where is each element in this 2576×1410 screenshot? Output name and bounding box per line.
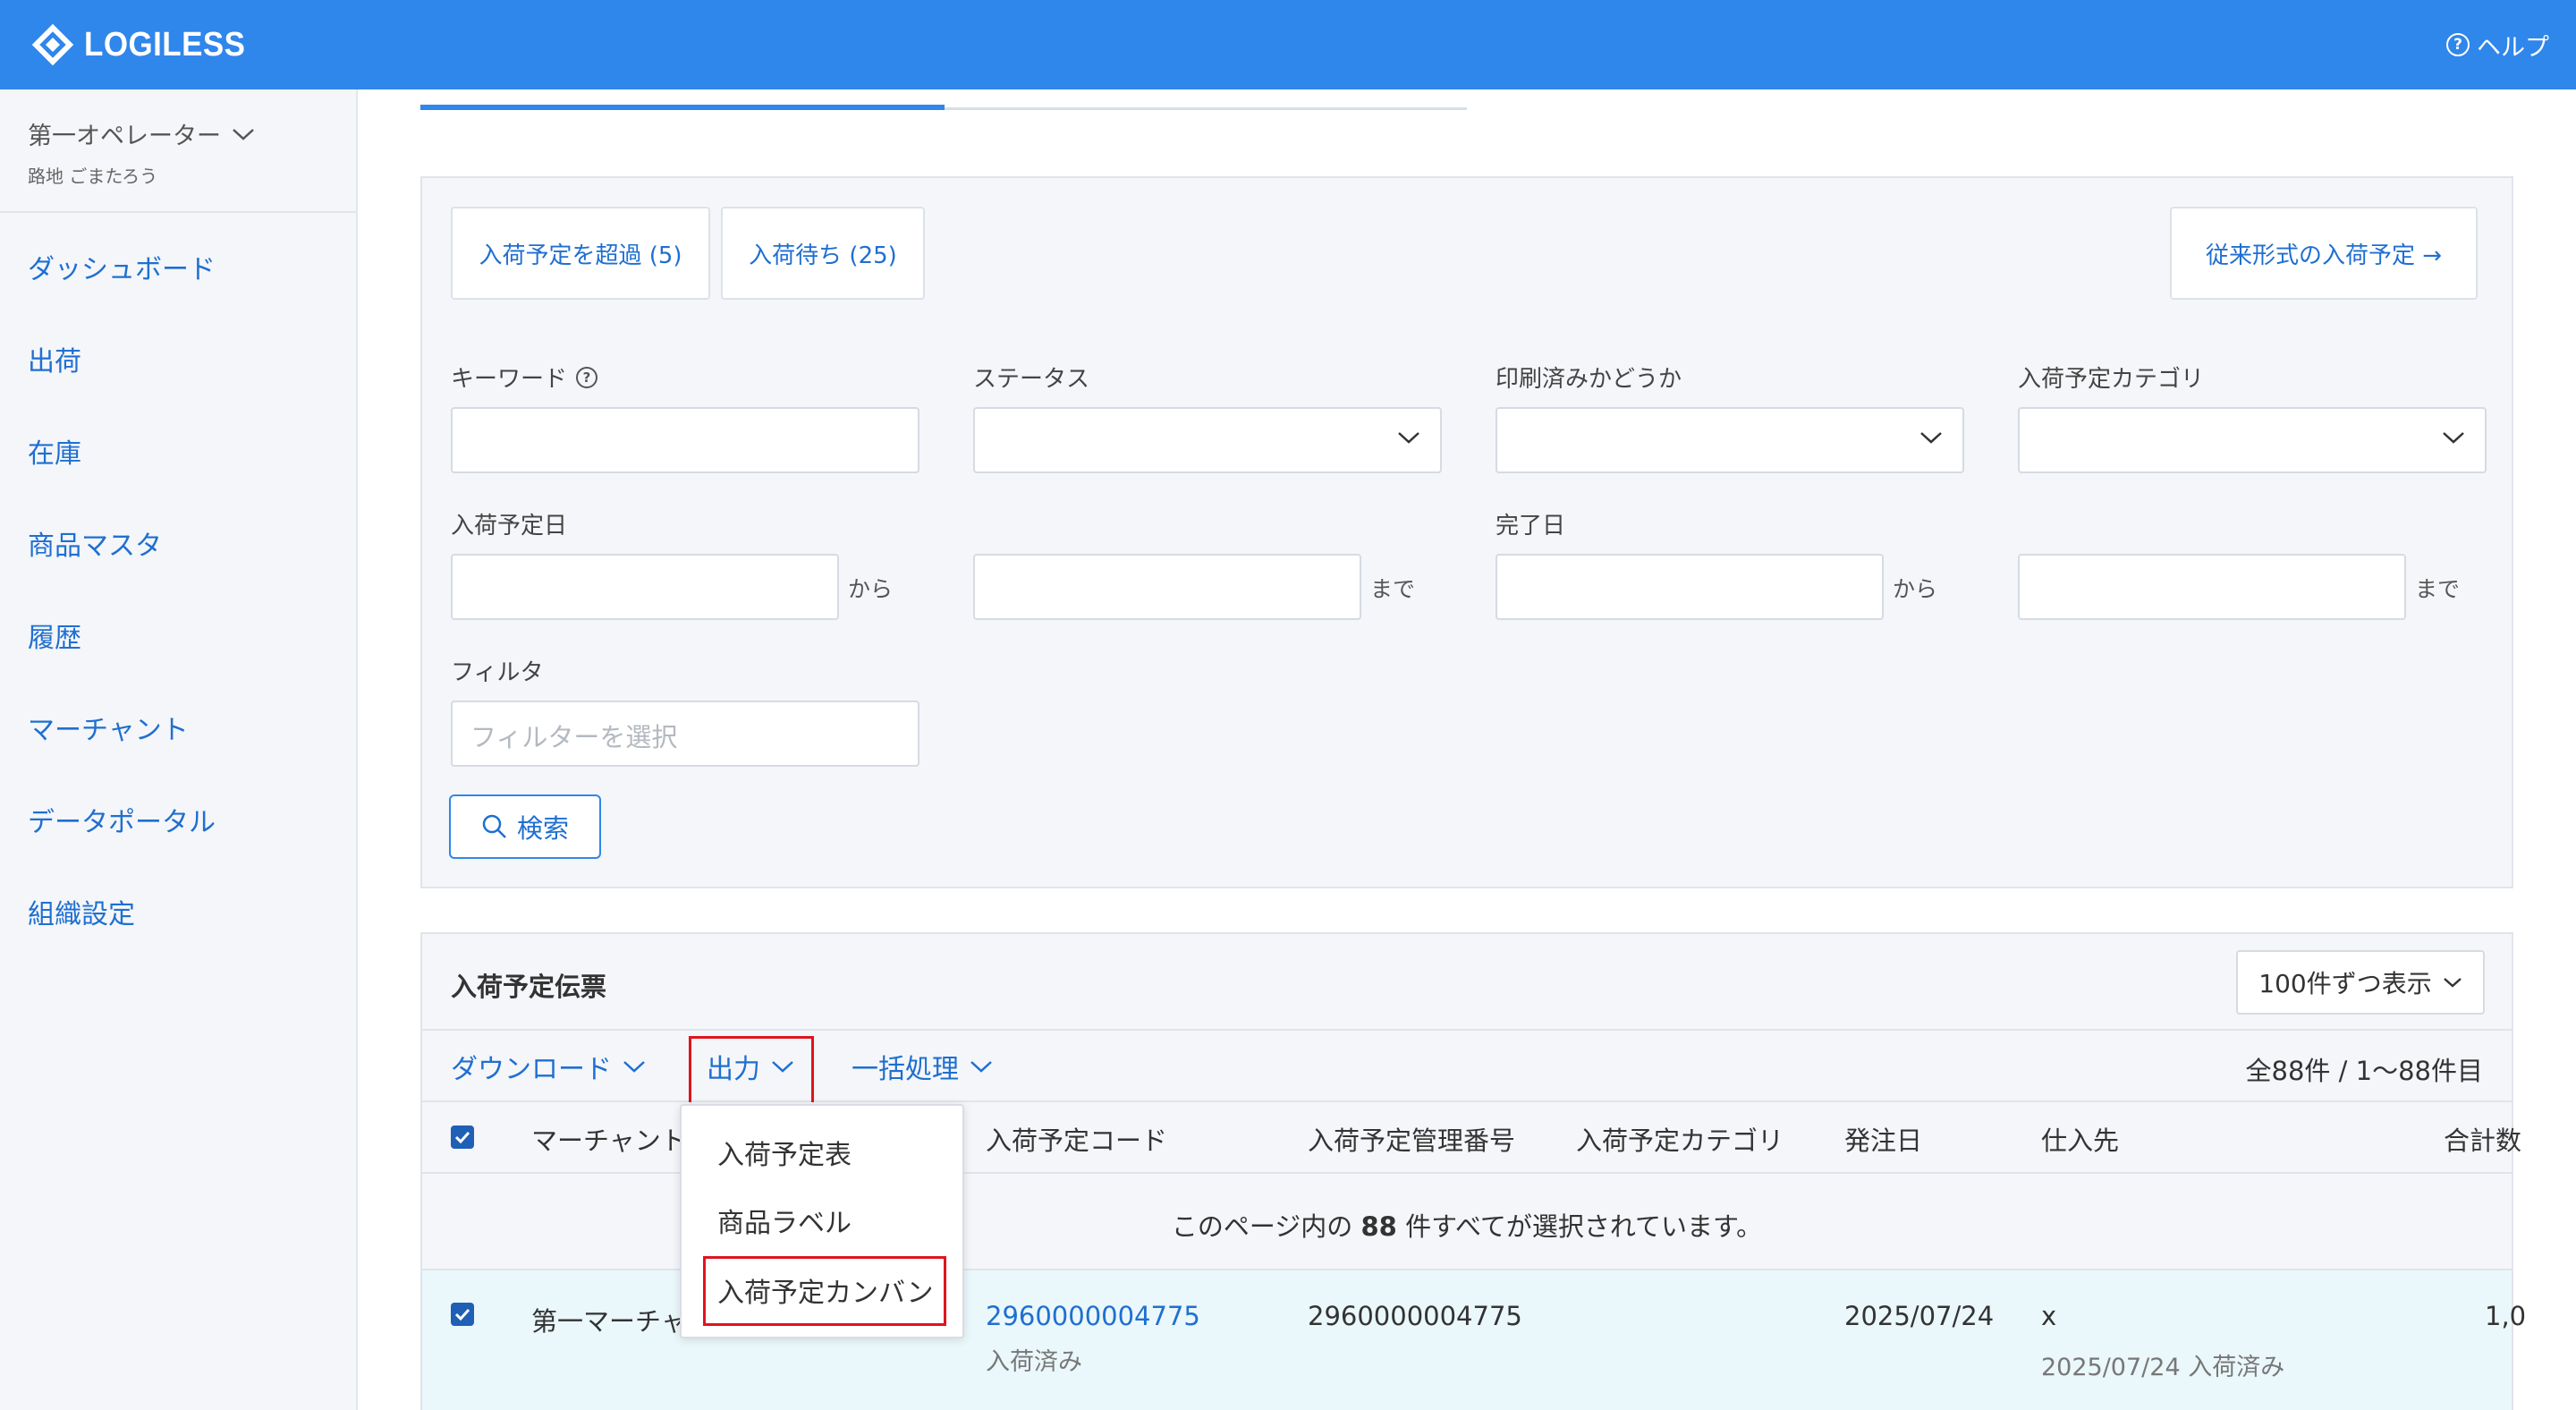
results-title: 入荷予定伝票 xyxy=(451,972,607,1002)
scheduled-date-to[interactable] xyxy=(973,554,1361,620)
logo[interactable]: LOGILESS xyxy=(30,22,259,67)
logo-mark-icon xyxy=(30,22,75,67)
search-button[interactable]: 検索 xyxy=(449,794,601,859)
legacy-format-link[interactable]: 従来形式の入荷予定 → xyxy=(2170,207,2478,300)
check-icon xyxy=(454,1131,470,1143)
menu-item-product-label[interactable]: 商品ラベル xyxy=(717,1201,852,1240)
cell-order-date: 2025/07/24 xyxy=(1844,1301,1995,1331)
printed-label: 印刷済みかどうか xyxy=(1496,366,1682,393)
status-label: ステータス xyxy=(973,366,1090,393)
column-code[interactable]: 入荷予定コード xyxy=(986,1120,1167,1158)
result-count: 全88件 / 1〜88件目 xyxy=(2245,1056,2483,1086)
chevron-down-icon xyxy=(2442,430,2465,448)
sidebar-item-inventory[interactable]: 在庫 xyxy=(0,408,356,500)
sidebar-item-history[interactable]: 履歴 xyxy=(0,592,356,684)
chevron-down-icon xyxy=(1397,430,1420,448)
output-menu-highlight xyxy=(689,1036,814,1106)
sidebar-item-merchant[interactable]: マーチャント xyxy=(0,684,356,777)
completed-date-label: 完了日 xyxy=(1496,513,1566,539)
per-page-select[interactable]: 100件ずつ表示 xyxy=(2236,950,2485,1015)
scheduled-date-label: 入荷予定日 xyxy=(451,513,568,539)
cell-supplier: x xyxy=(2041,1301,2057,1331)
logo-text: LOGILESS xyxy=(84,25,246,64)
output-dropdown-menu: 入荷予定表 商品ラベル 入荷予定カンバン xyxy=(680,1104,964,1338)
chevron-down-icon xyxy=(970,1061,992,1073)
help-link[interactable]: ? ヘルプ xyxy=(2446,28,2549,63)
bulk-action-label: 一括処理 xyxy=(852,1054,959,1085)
cell-code-link[interactable]: 2960000004775 xyxy=(986,1301,1200,1331)
keyword-input[interactable] xyxy=(451,407,919,473)
filter-panel: 入荷予定を超過 (5) 入荷待ち (25) 従来形式の入荷予定 → キーワード … xyxy=(420,176,2513,888)
sidebar: 第一オペレーター 路地 ごまたろう ダッシュボード 出荷 在庫 商品マスタ 履歴… xyxy=(0,89,358,1410)
search-icon xyxy=(482,814,506,838)
help-icon: ? xyxy=(2446,33,2470,56)
chevron-down-icon xyxy=(232,120,255,148)
column-merchant[interactable]: マーチャント xyxy=(531,1120,687,1158)
sidebar-item-data-portal[interactable]: データポータル xyxy=(0,777,356,869)
menu-item-kanban[interactable]: 入荷予定カンバン xyxy=(717,1270,934,1310)
category-label: 入荷予定カテゴリ xyxy=(2018,366,2205,393)
scheduled-date-from[interactable] xyxy=(451,554,839,620)
chevron-down-icon xyxy=(623,1061,645,1073)
to-label: まで xyxy=(1370,576,1416,602)
selection-msg-pre: このページ内の xyxy=(1171,1211,1353,1242)
help-label: ヘルプ xyxy=(2477,33,2549,62)
sidebar-item-shipping[interactable]: 出荷 xyxy=(0,316,356,408)
menu-item-schedule-sheet[interactable]: 入荷予定表 xyxy=(717,1133,852,1172)
quick-filter-overdue[interactable]: 入荷予定を超過 (5) xyxy=(451,207,710,300)
filter-label: フィルタ xyxy=(451,659,544,686)
row-checkbox[interactable] xyxy=(451,1303,474,1326)
chevron-down-icon xyxy=(2443,978,2462,988)
status-select[interactable] xyxy=(973,407,1442,473)
keyword-label: キーワード xyxy=(451,366,568,393)
category-select[interactable] xyxy=(2018,407,2487,473)
results-toolbar: ダウンロード 出力 一括処理 全88件 / 1〜88件目 xyxy=(422,1031,2512,1106)
completed-date-to[interactable] xyxy=(2018,554,2406,620)
per-page-label: 100件ずつ表示 xyxy=(2258,969,2432,998)
quick-filter-waiting[interactable]: 入荷待ち (25) xyxy=(721,207,925,300)
to-label: まで xyxy=(2415,576,2461,602)
filter-select[interactable]: フィルターを選択 xyxy=(451,701,919,767)
filter-placeholder: フィルターを選択 xyxy=(470,722,678,752)
user-sub: 路地 ごまたろう xyxy=(28,166,158,187)
from-label: から xyxy=(1893,576,1938,602)
selection-count: 88 xyxy=(1360,1211,1397,1242)
search-label: 検索 xyxy=(516,813,569,844)
tab-active-indicator[interactable] xyxy=(420,105,945,110)
cell-mgmt-no: 2960000004775 xyxy=(1308,1301,1522,1331)
cell-status: 入荷済み xyxy=(986,1348,1082,1376)
bulk-action-menu[interactable]: 一括処理 xyxy=(852,1047,993,1086)
column-category[interactable]: 入荷予定カテゴリ xyxy=(1576,1120,1784,1158)
help-circle-icon[interactable]: ? xyxy=(576,366,598,388)
column-supplier[interactable]: 仕入先 xyxy=(2041,1120,2119,1158)
cell-supplier-sub: 2025/07/24 入荷済み xyxy=(2041,1354,2285,1381)
cell-total: 1,0 xyxy=(2485,1301,2527,1331)
column-mgmt-no[interactable]: 入荷予定管理番号 xyxy=(1308,1120,1515,1158)
printed-select[interactable] xyxy=(1496,407,1964,473)
user-name: 第一オペレーター xyxy=(28,123,221,150)
column-order-date[interactable]: 発注日 xyxy=(1844,1120,1922,1158)
sidebar-item-dashboard[interactable]: ダッシュボード xyxy=(0,224,356,316)
download-menu[interactable]: ダウンロード xyxy=(451,1047,646,1086)
column-total[interactable]: 合計数 xyxy=(2444,1120,2521,1158)
chevron-down-icon xyxy=(1919,430,1943,448)
app-header: LOGILESS ? ヘルプ xyxy=(0,0,2576,89)
user-menu[interactable]: 第一オペレーター 路地 ごまたろう xyxy=(0,89,356,213)
check-icon xyxy=(454,1308,470,1321)
selection-msg-post: 件すべてが選択されています。 xyxy=(1405,1211,1763,1242)
sidebar-nav: ダッシュボード 出荷 在庫 商品マスタ 履歴 マーチャント データポータル 組織… xyxy=(0,213,356,961)
select-all-checkbox[interactable] xyxy=(451,1125,474,1149)
download-label: ダウンロード xyxy=(451,1054,612,1085)
from-label: から xyxy=(848,576,894,602)
cell-merchant: 第一マーチャ xyxy=(531,1306,687,1337)
sidebar-item-org-settings[interactable]: 組織設定 xyxy=(0,869,356,961)
completed-date-from[interactable] xyxy=(1496,554,1884,620)
sidebar-item-products[interactable]: 商品マスタ xyxy=(0,500,356,592)
